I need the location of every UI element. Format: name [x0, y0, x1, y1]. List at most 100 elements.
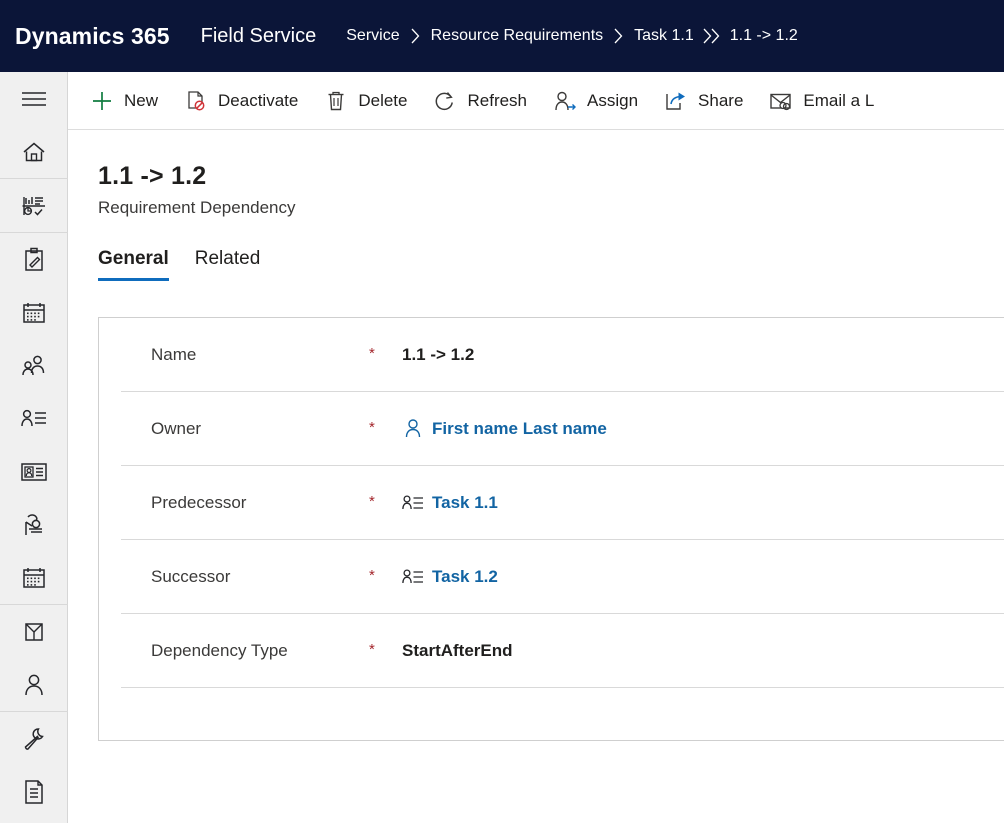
chevron-double-right-icon — [703, 28, 721, 44]
sidebar-item-home[interactable] — [0, 125, 68, 178]
chevron-right-icon — [614, 28, 623, 44]
field-label-predecessor: Predecessor — [151, 492, 247, 512]
field-value-successor-link[interactable]: Task 1.2 — [432, 567, 498, 587]
sidebar-item-settings[interactable] — [0, 712, 68, 765]
id-card-icon — [20, 461, 48, 483]
required-indicator: * — [369, 640, 375, 658]
field-label-dependency-type: Dependency Type — [151, 640, 288, 660]
delete-button[interactable]: Delete — [318, 81, 413, 121]
requirement-lookup-icon — [402, 566, 424, 588]
person-outline-icon — [402, 418, 424, 440]
field-label-successor: Successor — [151, 566, 231, 586]
field-value-name[interactable]: 1.1 -> 1.2 — [402, 345, 474, 365]
field-row-successor: Successor * Task 1.2 — [121, 540, 1004, 614]
assign-button[interactable]: Assign — [547, 81, 644, 121]
general-tab-form-card: Name * 1.1 -> 1.2 Owner * First name Las… — [98, 317, 1004, 741]
sidebar-item-bookings[interactable] — [0, 551, 68, 604]
field-technician-icon — [21, 512, 47, 538]
field-row-name: Name * 1.1 -> 1.2 — [121, 318, 1004, 392]
breadcrumb-item-current: 1.1 -> 1.2 — [729, 27, 798, 44]
email-link-icon — [769, 89, 793, 113]
assign-button-label: Assign — [587, 91, 639, 110]
email-a-link-button[interactable]: Email a L — [763, 81, 880, 121]
sidebar-item-work-orders[interactable] — [0, 233, 68, 286]
form-card-spacer — [99, 688, 1004, 746]
refresh-button[interactable]: Refresh — [427, 81, 533, 121]
home-icon — [21, 140, 47, 164]
trash-icon — [324, 89, 348, 113]
sidebar-item-accounts[interactable] — [0, 339, 68, 392]
app-name[interactable]: Field Service — [201, 25, 317, 48]
field-value-successor[interactable]: Task 1.2 — [402, 566, 498, 588]
contact-list-icon — [20, 408, 48, 430]
field-value-dependency-type-text: StartAfterEnd — [402, 640, 513, 660]
required-indicator: * — [369, 418, 375, 436]
sidebar-item-agreements[interactable] — [0, 605, 68, 658]
field-label-name: Name — [151, 344, 197, 364]
breadcrumb-item-resource-requirements[interactable]: Resource Requirements — [431, 27, 604, 45]
chevron-right-icon — [411, 28, 420, 44]
document-list-icon — [22, 779, 46, 805]
sidebar-item-schedule-board[interactable] — [0, 286, 68, 339]
tab-general-label: General — [98, 248, 169, 269]
record-form-area: 1.1 -> 1.2 Requirement Dependency Genera… — [68, 130, 1004, 823]
refresh-button-label: Refresh — [467, 91, 528, 110]
record-entity-name: Requirement Dependency — [98, 198, 296, 217]
sidebar-item-site-map-toggle[interactable] — [0, 72, 68, 125]
field-label-owner: Owner — [151, 418, 202, 438]
tab-related[interactable]: Related — [195, 248, 261, 281]
deactivate-icon — [184, 89, 208, 113]
share-button[interactable]: Share — [658, 81, 749, 121]
field-value-owner[interactable]: First name Last name — [402, 418, 607, 440]
form-tabs: General Related — [98, 248, 286, 281]
field-value-predecessor[interactable]: Task 1.1 — [402, 492, 498, 514]
calendar-icon — [21, 566, 47, 590]
field-value-name-text: 1.1 -> 1.2 — [402, 344, 475, 364]
hamburger-menu-icon — [21, 90, 47, 108]
field-row-owner: Owner * First name Last name — [121, 392, 1004, 466]
command-bar: New Deactivate Delete Refresh Assign Sha… — [68, 72, 1004, 130]
assign-person-icon — [553, 89, 577, 113]
sidebar-item-reports[interactable] — [0, 765, 68, 818]
tab-general[interactable]: General — [98, 248, 169, 281]
share-button-label: Share — [698, 91, 744, 110]
person-icon — [22, 672, 46, 698]
calendar-icon — [21, 301, 47, 325]
field-row-dependency-type: Dependency Type * StartAfterEnd — [121, 614, 1004, 688]
clipboard-edit-icon — [22, 247, 46, 273]
new-button-label: New — [124, 91, 159, 110]
delete-button-label: Delete — [358, 91, 408, 110]
plus-icon — [90, 89, 114, 113]
top-navigation-bar: Dynamics 365 Field Service Service Resou… — [0, 0, 1004, 72]
deactivate-button[interactable]: Deactivate — [178, 81, 304, 121]
requirement-lookup-icon — [402, 492, 424, 514]
sidebar-item-recent[interactable] — [0, 179, 68, 232]
left-navigation-rail — [0, 72, 68, 823]
breadcrumb: Service Resource Requirements Task 1.1 1… — [346, 27, 798, 45]
tab-related-label: Related — [194, 248, 261, 269]
wrench-icon — [21, 726, 47, 752]
email-a-link-button-label: Email a L — [803, 91, 875, 110]
page-title: 1.1 -> 1.2 — [98, 162, 207, 190]
archive-folder-icon — [22, 620, 46, 644]
field-value-dependency-type[interactable]: StartAfterEnd — [402, 641, 513, 661]
required-indicator: * — [369, 492, 375, 510]
share-icon — [664, 89, 688, 113]
field-value-owner-link[interactable]: First name Last name — [432, 419, 607, 439]
sidebar-item-field-service[interactable] — [0, 498, 68, 551]
refresh-icon — [433, 89, 457, 113]
sidebar-item-resources[interactable] — [0, 445, 68, 498]
field-row-predecessor: Predecessor * Task 1.1 — [121, 466, 1004, 540]
product-brand: Dynamics 365 — [15, 22, 170, 49]
deactivate-button-label: Deactivate — [218, 91, 299, 110]
required-indicator: * — [369, 566, 375, 584]
sidebar-item-customers[interactable] — [0, 658, 68, 711]
sidebar-item-contacts[interactable] — [0, 392, 68, 445]
breadcrumb-item-service[interactable]: Service — [346, 27, 399, 45]
field-value-predecessor-link[interactable]: Task 1.1 — [432, 493, 498, 513]
recent-charts-icon — [21, 194, 47, 218]
new-button[interactable]: New — [84, 81, 164, 121]
required-indicator: * — [369, 344, 375, 362]
breadcrumb-item-task-1-1[interactable]: Task 1.1 — [634, 27, 694, 45]
people-icon — [20, 354, 48, 378]
